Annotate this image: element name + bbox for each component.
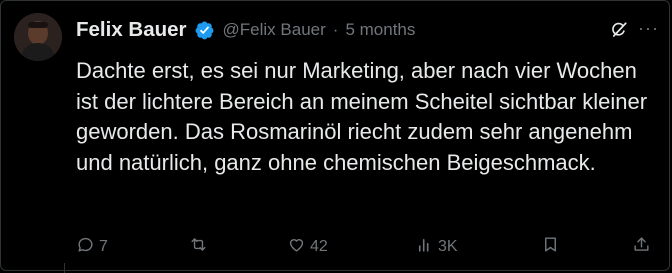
author-name[interactable]: Felix Bauer — [76, 18, 187, 42]
like-count: 42 — [310, 238, 328, 255]
reply-button[interactable]: 7 — [76, 235, 108, 259]
verified-badge-icon — [194, 20, 215, 41]
bookmark-icon — [541, 235, 560, 259]
author-handle[interactable]: @Felix Bauer — [223, 20, 326, 40]
post-header: Felix Bauer @Felix Bauer · 5 months — [76, 17, 415, 43]
reply-icon — [76, 235, 95, 259]
repost-icon — [189, 235, 208, 259]
post-text: Dachte erst, es sei nur Marketing, aber … — [76, 58, 648, 175]
share-button[interactable] — [632, 235, 651, 259]
separator-dot: · — [332, 20, 339, 39]
bookmark-button[interactable] — [541, 235, 560, 259]
thread-line — [64, 263, 65, 273]
post-card[interactable]: Felix Bauer @Felix Bauer · 5 months ··· … — [0, 0, 670, 273]
avatar[interactable] — [14, 13, 62, 61]
action-bar: 7 42 3K — [76, 235, 656, 259]
like-icon — [287, 235, 306, 259]
like-button[interactable]: 42 — [287, 235, 328, 259]
reply-count: 7 — [99, 238, 108, 255]
repost-button[interactable] — [189, 235, 212, 259]
share-icon — [632, 235, 651, 259]
post-timestamp[interactable]: 5 months — [345, 20, 415, 40]
grok-icon[interactable] — [610, 21, 628, 39]
more-icon[interactable]: ··· — [638, 18, 659, 39]
views-button[interactable]: 3K — [415, 235, 458, 259]
views-icon — [415, 235, 434, 259]
views-count: 3K — [438, 238, 458, 255]
